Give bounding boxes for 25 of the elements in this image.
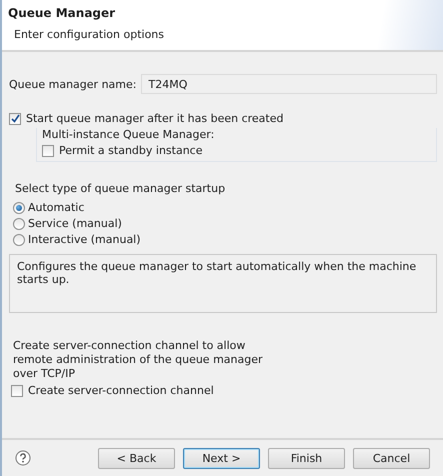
help-icon[interactable] <box>15 450 31 466</box>
checkbox[interactable] <box>42 144 54 156</box>
section-label: Select type of queue manager startup <box>14 182 226 195</box>
radio-button[interactable] <box>13 234 25 246</box>
wizard-button[interactable]: Finish <box>268 448 345 468</box>
wizard-button[interactable]: Next > <box>183 448 260 468</box>
group-title: Multi-instance Queue Manager: <box>42 128 216 141</box>
wizard-button[interactable]: Cancel <box>353 448 430 468</box>
radio-label: Service (manual) <box>28 217 122 230</box>
page-title: Queue Manager <box>8 6 116 20</box>
radio-label: Automatic <box>28 201 84 214</box>
radio-button[interactable] <box>13 218 25 230</box>
page-subtitle: Enter configuration options <box>13 28 165 41</box>
radio-button[interactable] <box>13 202 25 214</box>
description-text: Configures the queue manager to start automatically when the machine starts up. <box>17 260 416 286</box>
channel-text: Create server-connection channel to allow remote administration of the queue manager over TCP/IP <box>12 339 264 381</box>
name-field[interactable]: T24MQ <box>141 74 437 94</box>
checkbox-label: Start queue manager after it has been created <box>26 112 284 125</box>
wizard-button[interactable]: < Back <box>98 448 175 468</box>
checkbox[interactable] <box>9 112 21 124</box>
checkbox-label: Create server-connection channel <box>28 384 214 397</box>
field-label: Queue manager name: <box>9 78 136 90</box>
checkbox[interactable] <box>11 384 23 396</box>
radio-label: Interactive (manual) <box>28 233 141 246</box>
checkbox-label: Permit a standby instance <box>59 144 202 157</box>
